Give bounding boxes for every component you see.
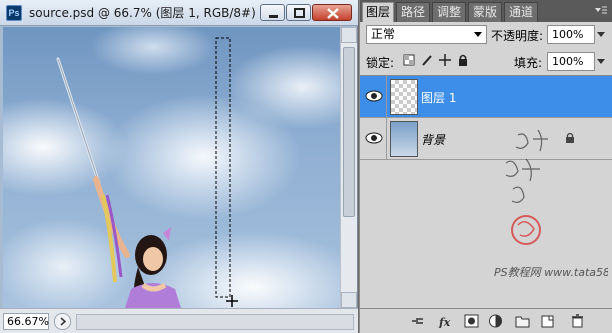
lock-label: 锁定:	[366, 56, 395, 70]
fill-field[interactable]: 100%	[547, 52, 605, 71]
watermark-text: PS教程网 www.tata580.com	[494, 266, 608, 279]
layer-thumbnail	[390, 79, 418, 115]
lock-move-icon[interactable]	[439, 54, 451, 66]
document-window: Ps source.psd @ 66.7% (图层 1, RGB/8#) * 6…	[0, 0, 358, 333]
canvas-artwork	[56, 37, 238, 308]
watermark-logo: PS教程网 www.tata580.com	[494, 129, 608, 279]
panel-menu-icon[interactable]	[592, 4, 608, 18]
chevron-down-icon	[474, 32, 482, 37]
tab-layers[interactable]: 图层	[362, 2, 394, 22]
horizontal-scrollbar[interactable]	[76, 314, 354, 330]
fill-value: 100%	[552, 55, 584, 68]
fill-label: 填充:	[514, 56, 543, 70]
chevron-right-icon	[60, 317, 67, 326]
layer-row-layer1[interactable]: 图层 1	[360, 76, 612, 118]
document-title: source.psd @ 66.7% (图层 1, RGB/8#) *	[29, 6, 266, 20]
close-button[interactable]	[312, 4, 352, 21]
scroll-thumb[interactable]	[343, 47, 355, 217]
blend-mode-select[interactable]: 正常	[366, 25, 487, 44]
svg-text:fx: fx	[438, 316, 451, 328]
trash-icon[interactable]	[570, 314, 586, 328]
layers-footer: fx	[360, 308, 612, 333]
minimize-icon	[269, 15, 278, 18]
minimize-button[interactable]	[260, 4, 285, 21]
tab-masks[interactable]: 蒙版	[468, 2, 502, 22]
image-canvas[interactable]	[3, 27, 340, 308]
photoshop-app-icon: Ps	[6, 5, 22, 21]
blend-mode-value: 正常	[371, 27, 396, 41]
group-icon[interactable]	[515, 314, 531, 328]
document-titlebar[interactable]: Ps source.psd @ 66.7% (图层 1, RGB/8#) *	[0, 0, 358, 26]
opacity-value: 100%	[552, 28, 584, 41]
layer-thumbnail	[390, 121, 418, 157]
fill-dropdown-icon[interactable]	[597, 59, 605, 64]
new-layer-icon[interactable]	[540, 314, 556, 328]
close-icon	[327, 8, 339, 19]
layer-name[interactable]: 图层 1	[421, 89, 456, 106]
link-icon[interactable]	[410, 314, 426, 328]
eye-icon[interactable]	[363, 85, 385, 107]
opacity-label: 不透明度:	[491, 29, 544, 43]
eye-icon[interactable]	[363, 127, 385, 149]
lock-brush-icon[interactable]	[421, 54, 433, 66]
lock-all-icon[interactable]	[457, 54, 469, 66]
panel-tabs: 图层 路径 调整 蒙版 通道	[360, 0, 612, 22]
status-menu-button[interactable]	[54, 313, 71, 330]
tab-channels[interactable]: 通道	[504, 2, 538, 22]
tab-adjustments[interactable]: 调整	[432, 2, 466, 22]
maximize-icon	[294, 8, 305, 18]
maximize-button[interactable]	[286, 4, 311, 21]
tab-paths[interactable]: 路径	[396, 2, 430, 22]
scroll-down-arrow[interactable]	[341, 292, 357, 308]
zoom-field[interactable]: 66.67%	[3, 313, 49, 330]
scroll-up-arrow[interactable]	[341, 27, 357, 43]
status-bar: 66.67%	[0, 308, 358, 333]
opacity-field[interactable]: 100%	[547, 25, 605, 44]
column-divider	[386, 118, 387, 160]
adjustment-icon[interactable]	[488, 314, 504, 328]
mask-icon[interactable]	[464, 314, 480, 328]
fx-icon[interactable]: fx	[438, 314, 454, 328]
column-divider	[386, 76, 387, 118]
lock-transparent-icon[interactable]	[403, 54, 415, 66]
vertical-scrollbar[interactable]	[340, 27, 357, 308]
layer-name[interactable]: 背景	[421, 131, 445, 148]
opacity-dropdown-icon[interactable]	[597, 32, 605, 37]
